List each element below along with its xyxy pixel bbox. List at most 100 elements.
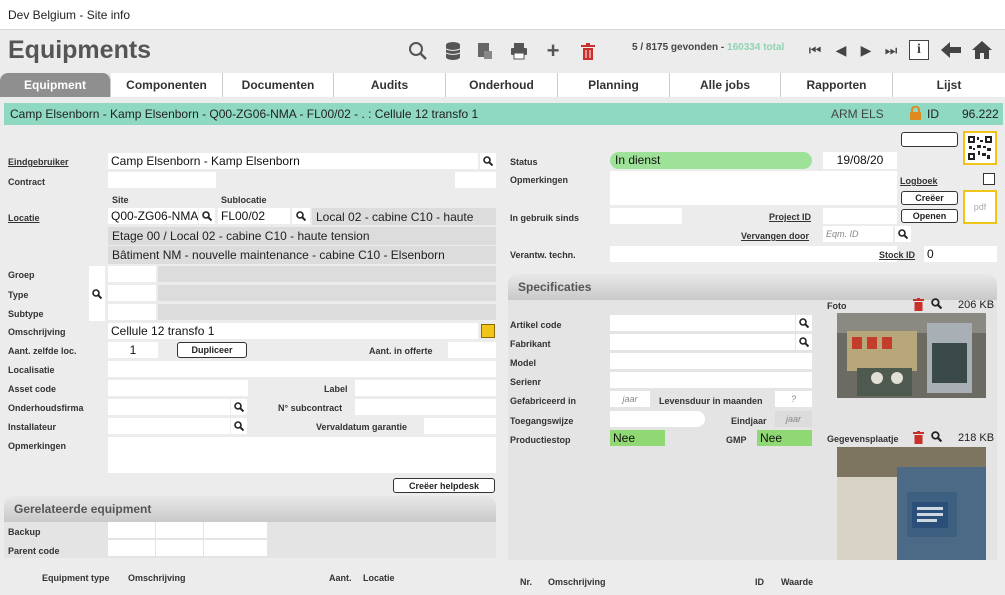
type-search-icon[interactable] bbox=[89, 266, 105, 321]
qr-code[interactable] bbox=[963, 131, 997, 165]
vervangen-door-link[interactable]: Vervangen door bbox=[741, 231, 809, 241]
tab-audits[interactable]: Audits bbox=[334, 73, 446, 97]
backup-field-1[interactable] bbox=[108, 522, 155, 538]
parent-code-field-1[interactable] bbox=[108, 540, 155, 556]
dupliceer-button[interactable]: Dupliceer bbox=[177, 342, 247, 358]
creeer-helpdesk-button[interactable]: Creëer helpdesk bbox=[393, 478, 495, 493]
eqm-id-search-icon[interactable] bbox=[895, 226, 911, 242]
artikel-code-search-icon[interactable] bbox=[796, 315, 812, 331]
subtype-field[interactable] bbox=[108, 304, 156, 320]
tab-componenten[interactable]: Componenten bbox=[111, 73, 223, 97]
foto-trash-icon[interactable] bbox=[913, 298, 924, 314]
backup-field-2[interactable] bbox=[156, 522, 203, 538]
eqm-id-field[interactable]: Eqm. ID bbox=[823, 226, 893, 242]
omschrijving-label: Omschrijving bbox=[8, 327, 66, 337]
opmerkingen-field[interactable] bbox=[108, 437, 496, 473]
parent-code-field-2[interactable] bbox=[156, 540, 203, 556]
database-icon[interactable] bbox=[442, 41, 464, 61]
contract-field[interactable] bbox=[108, 172, 216, 188]
toegangswijze-field[interactable] bbox=[610, 411, 705, 427]
gegevensplaatje-image[interactable] bbox=[837, 447, 986, 560]
subcontract-field[interactable] bbox=[355, 399, 496, 415]
last-record-icon[interactable]: ⏭ bbox=[881, 40, 901, 60]
search-icon[interactable] bbox=[407, 41, 429, 61]
previous-record-icon[interactable]: ◀ bbox=[831, 40, 851, 60]
sublocatie-search-icon[interactable] bbox=[292, 208, 310, 224]
gegevensplaatje-trash-icon[interactable] bbox=[913, 431, 924, 447]
levensduur-field[interactable]: ? bbox=[775, 391, 812, 407]
aant-zelfde-loc-field[interactable]: 1 bbox=[108, 342, 158, 358]
next-record-icon[interactable]: ▶ bbox=[856, 40, 876, 60]
parent-code-field-3[interactable] bbox=[204, 540, 267, 556]
productiestop-field[interactable]: Nee bbox=[610, 430, 665, 446]
onderhoudsfirma-field[interactable] bbox=[108, 399, 230, 415]
tab-onderhoud[interactable]: Onderhoud bbox=[446, 73, 558, 97]
site-field[interactable]: Q00-ZG06-NMA bbox=[108, 208, 198, 224]
fabrikant-field[interactable] bbox=[610, 334, 795, 350]
eindjaar-field[interactable]: jaar bbox=[775, 411, 812, 427]
info-icon[interactable]: i bbox=[909, 40, 929, 60]
in-gebruik-field[interactable] bbox=[610, 208, 682, 224]
color-marker[interactable] bbox=[481, 324, 495, 338]
foto-search-icon[interactable] bbox=[931, 298, 943, 312]
onderhoudsfirma-search-icon[interactable] bbox=[231, 399, 247, 415]
tab-lijst[interactable]: Lijst bbox=[893, 73, 1005, 97]
logboek-link[interactable]: Logboek bbox=[900, 176, 938, 186]
print-icon[interactable] bbox=[508, 41, 530, 61]
model-field[interactable] bbox=[610, 353, 812, 369]
document-export-icon[interactable] bbox=[474, 41, 496, 61]
project-id-link[interactable]: Project ID bbox=[769, 212, 811, 222]
spec-col-omschrijving: Omschrijving bbox=[548, 577, 606, 587]
locatie-label[interactable]: Locatie bbox=[8, 213, 40, 223]
logboek-checkbox[interactable] bbox=[983, 173, 995, 185]
verantw-techn-field[interactable] bbox=[610, 246, 897, 262]
status-field[interactable]: In dienst bbox=[610, 152, 812, 169]
tab-alle-jobs[interactable]: Alle jobs bbox=[670, 73, 781, 97]
first-record-icon[interactable]: ⏮ bbox=[805, 40, 825, 60]
vervaldatum-field[interactable] bbox=[424, 418, 496, 434]
serienr-field[interactable] bbox=[610, 372, 812, 388]
trash-icon[interactable] bbox=[577, 41, 599, 61]
eindgebruiker-label[interactable]: Eindgebruiker bbox=[8, 157, 69, 167]
tab-equipment[interactable]: Equipment bbox=[0, 73, 111, 97]
creeer-button[interactable]: Creëer bbox=[901, 191, 958, 205]
home-icon[interactable] bbox=[972, 40, 992, 60]
asset-code-field[interactable] bbox=[108, 380, 248, 396]
gegevensplaatje-search-icon[interactable] bbox=[931, 431, 943, 445]
omschrijving-field[interactable]: Cellule 12 transfo 1 bbox=[108, 323, 478, 339]
foto-image[interactable] bbox=[837, 313, 986, 398]
pdf-icon[interactable]: pdf bbox=[963, 190, 997, 224]
stock-id-field[interactable]: 0 bbox=[924, 246, 997, 262]
project-id-field[interactable] bbox=[823, 208, 897, 224]
gefabriceerd-field[interactable]: jaar bbox=[610, 391, 650, 407]
aant-in-offerte-field[interactable] bbox=[448, 342, 496, 358]
eindgebruiker-field[interactable]: Camp Elsenborn - Kamp Elsenborn bbox=[108, 153, 478, 169]
contract-extra-field[interactable] bbox=[455, 172, 496, 188]
right-opmerkingen-field[interactable] bbox=[610, 171, 897, 205]
barcode-field[interactable] bbox=[901, 132, 958, 147]
eindgebruiker-search-icon[interactable] bbox=[480, 153, 496, 169]
gmp-field[interactable]: Nee bbox=[757, 430, 812, 446]
backup-label: Backup bbox=[8, 527, 41, 537]
stock-id-link[interactable]: Stock ID bbox=[879, 250, 915, 260]
label-field[interactable] bbox=[355, 380, 496, 396]
tab-rapporten[interactable]: Rapporten bbox=[781, 73, 893, 97]
sublocatie-field[interactable]: FL00/02 bbox=[218, 208, 290, 224]
installateur-search-icon[interactable] bbox=[231, 418, 247, 434]
artikel-code-field[interactable] bbox=[610, 315, 795, 331]
aant-in-offerte-label: Aant. in offerte bbox=[369, 346, 433, 356]
type-field[interactable] bbox=[108, 285, 156, 301]
backup-field-3[interactable] bbox=[204, 522, 267, 538]
back-arrow-icon[interactable] bbox=[941, 40, 961, 60]
tab-documenten[interactable]: Documenten bbox=[223, 73, 334, 97]
openen-button[interactable]: Openen bbox=[901, 209, 958, 223]
fabrikant-search-icon[interactable] bbox=[796, 334, 812, 350]
site-search-icon[interactable] bbox=[199, 208, 215, 224]
status-date[interactable]: 19/08/20 bbox=[823, 152, 897, 169]
gefabriceerd-label: Gefabriceerd in bbox=[510, 396, 577, 406]
tab-planning[interactable]: Planning bbox=[558, 73, 670, 97]
localisatie-field[interactable] bbox=[108, 361, 496, 377]
add-icon[interactable]: + bbox=[542, 38, 564, 63]
installateur-field[interactable] bbox=[108, 418, 230, 434]
groep-field[interactable] bbox=[108, 266, 156, 282]
